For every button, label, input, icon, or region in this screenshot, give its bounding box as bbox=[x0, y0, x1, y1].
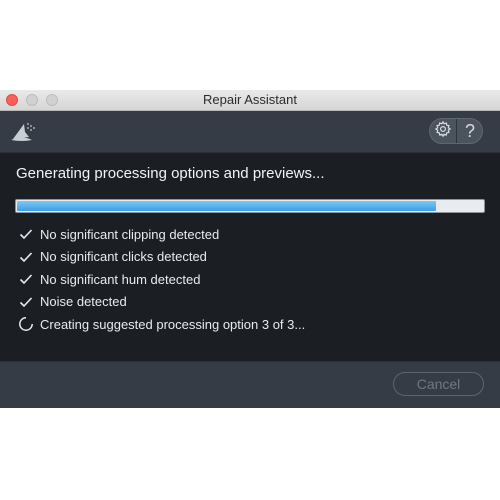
step-label: No significant clipping detected bbox=[40, 226, 220, 242]
toolbar: ? bbox=[0, 111, 500, 153]
step-label: No significant clicks detected bbox=[40, 249, 207, 265]
cancel-button[interactable]: Cancel bbox=[393, 372, 484, 396]
list-item: Creating suggested processing option 3 o… bbox=[18, 313, 305, 336]
main-content: Generating processing options and previe… bbox=[0, 153, 500, 361]
progress-bar bbox=[15, 199, 485, 213]
repair-assistant-window: Repair Assistant ? Generating processing… bbox=[0, 90, 500, 408]
footer: Cancel bbox=[0, 361, 500, 408]
spinner-icon bbox=[18, 316, 34, 332]
list-item: No significant hum detected bbox=[18, 268, 305, 291]
window-title: Repair Assistant bbox=[203, 92, 297, 107]
wizard-hat-icon bbox=[10, 120, 36, 144]
analysis-step-list: No significant clipping detected No sign… bbox=[18, 223, 305, 336]
title-bar: Repair Assistant bbox=[0, 90, 500, 111]
step-label: No significant hum detected bbox=[40, 271, 201, 287]
gear-icon bbox=[434, 120, 452, 143]
settings-button[interactable] bbox=[430, 119, 456, 143]
checkmark-icon bbox=[18, 226, 34, 242]
checkmark-icon bbox=[18, 271, 34, 287]
step-label: Creating suggested processing option 3 o… bbox=[40, 316, 306, 332]
status-heading: Generating processing options and previe… bbox=[16, 165, 325, 182]
list-item: No significant clicks detected bbox=[18, 246, 305, 269]
list-item: No significant clipping detected bbox=[18, 223, 305, 246]
toolbar-button-group: ? bbox=[429, 118, 483, 144]
checkmark-icon bbox=[18, 294, 34, 310]
list-item: Noise detected bbox=[18, 291, 305, 314]
step-label: Noise detected bbox=[40, 294, 127, 310]
progress-bar-fill bbox=[17, 201, 436, 211]
help-button[interactable]: ? bbox=[457, 119, 482, 143]
checkmark-icon bbox=[18, 249, 34, 265]
